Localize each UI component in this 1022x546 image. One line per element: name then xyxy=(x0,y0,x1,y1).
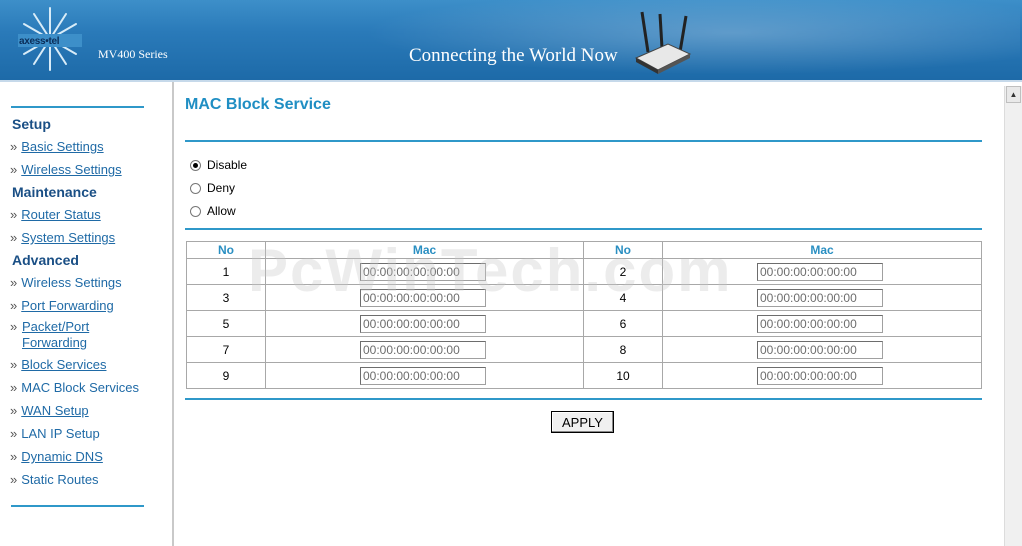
apply-button[interactable]: APPLY xyxy=(551,411,614,433)
radio-deny[interactable] xyxy=(190,182,201,194)
row-number: 6 xyxy=(583,310,663,337)
row-number: 2 xyxy=(583,258,663,285)
raquo-icon: » xyxy=(10,403,18,418)
raquo-icon: » xyxy=(10,380,18,395)
sidebar-bottom-divider xyxy=(11,505,144,507)
sidebar: Setup » Basic Settings » Wireless Settings… xyxy=(0,82,174,546)
table-row: 1 2 xyxy=(186,258,982,285)
table-row: 9 10 xyxy=(186,362,982,389)
row-number: 7 xyxy=(186,336,266,363)
sidebar-item-wireless-settings[interactable]: » Wireless Settings xyxy=(10,162,122,178)
col-header-no: No xyxy=(583,241,663,259)
mac-table: No Mac No Mac 1 2 3 4 5 6 7 8 xyxy=(186,241,982,389)
sidebar-link-label[interactable]: Wireless Settings xyxy=(21,275,121,290)
mac-input[interactable] xyxy=(757,262,883,281)
option-label: Disable xyxy=(207,158,248,172)
option-allow[interactable]: Allow xyxy=(190,204,236,218)
scroll-up-arrow-icon[interactable]: ▲ xyxy=(1006,86,1021,103)
row-number: 5 xyxy=(186,310,266,337)
mac-input[interactable] xyxy=(757,366,883,385)
mac-input[interactable] xyxy=(360,340,486,359)
sidebar-item-basic-settings[interactable]: » Basic Settings xyxy=(10,139,104,155)
sidebar-link-label[interactable]: Packet/Port Forwarding xyxy=(22,319,102,351)
vertical-scrollbar[interactable]: ▲ xyxy=(1004,86,1022,546)
radio-disable[interactable] xyxy=(190,159,201,171)
raquo-icon: » xyxy=(10,449,18,464)
mac-input[interactable] xyxy=(757,288,883,307)
mac-input[interactable] xyxy=(360,366,486,385)
col-header-mac: Mac xyxy=(265,241,584,259)
option-label: Deny xyxy=(207,181,236,195)
raquo-icon: » xyxy=(10,357,18,372)
sidebar-item-dynamic-dns[interactable]: » Dynamic DNS xyxy=(10,449,103,465)
page-title: MAC Block Service xyxy=(185,96,331,113)
router-image-icon xyxy=(634,11,692,74)
mac-input[interactable] xyxy=(757,340,883,359)
mac-input[interactable] xyxy=(360,288,486,307)
sidebar-item-mac-block-services[interactable]: » MAC Block Services xyxy=(10,380,139,396)
raquo-icon: » xyxy=(10,162,18,177)
sidebar-item-port-forwarding[interactable]: » Port Forwarding xyxy=(10,298,114,314)
table-row: 7 8 xyxy=(186,336,982,363)
sidebar-link-label[interactable]: Block Services xyxy=(21,357,106,372)
main-content: MAC Block Service Disable Deny Allow No … xyxy=(176,86,1004,546)
table-row: 5 6 xyxy=(186,310,982,337)
raquo-icon: » xyxy=(10,426,18,441)
sidebar-section-advanced: Advanced xyxy=(12,252,79,268)
tagline: Connecting the World Now xyxy=(409,45,618,66)
sidebar-link-label[interactable]: Basic Settings xyxy=(21,139,103,154)
option-deny[interactable]: Deny xyxy=(190,181,235,195)
col-header-no: No xyxy=(186,241,266,259)
sidebar-link-label[interactable]: System Settings xyxy=(21,230,115,245)
raquo-icon: » xyxy=(10,275,18,290)
sidebar-top-divider xyxy=(11,106,144,108)
sidebar-link-label[interactable]: Router Status xyxy=(21,207,101,222)
sidebar-link-label[interactable]: Port Forwarding xyxy=(21,298,113,313)
sidebar-item-router-status[interactable]: » Router Status xyxy=(10,207,101,223)
sidebar-link-label[interactable]: Wireless Settings xyxy=(21,162,121,177)
sidebar-item-packet-port-forwarding[interactable]: » Packet/Port Forwarding xyxy=(10,319,120,351)
brand-logo-text: axess•tel xyxy=(19,36,60,47)
product-series: MV400 Series xyxy=(98,47,168,61)
sidebar-item-lan-ip-setup[interactable]: » LAN IP Setup xyxy=(10,426,100,442)
sidebar-item-block-services[interactable]: » Block Services xyxy=(10,357,106,373)
sidebar-link-label[interactable]: Dynamic DNS xyxy=(21,449,103,464)
raquo-icon: » xyxy=(10,207,18,222)
mac-input[interactable] xyxy=(360,314,486,333)
raquo-icon: » xyxy=(10,298,18,313)
options-divider xyxy=(185,228,982,230)
option-label: Allow xyxy=(207,204,236,218)
sidebar-link-label[interactable]: Static Routes xyxy=(21,472,98,487)
col-header-mac: Mac xyxy=(662,241,982,259)
sidebar-link-label[interactable]: MAC Block Services xyxy=(21,380,139,395)
raquo-icon: » xyxy=(10,139,18,154)
row-number: 9 xyxy=(186,362,266,389)
table-header-row: No Mac No Mac xyxy=(186,241,982,259)
row-number: 1 xyxy=(186,258,266,285)
sidebar-link-label[interactable]: LAN IP Setup xyxy=(21,426,100,441)
sidebar-section-setup: Setup xyxy=(12,116,51,132)
table-row: 3 4 xyxy=(186,284,982,311)
option-disable[interactable]: Disable xyxy=(190,158,247,172)
sidebar-item-adv-wireless-settings[interactable]: » Wireless Settings xyxy=(10,275,122,291)
sidebar-section-maintenance: Maintenance xyxy=(12,184,97,200)
sidebar-item-system-settings[interactable]: » System Settings xyxy=(10,230,115,246)
table-divider xyxy=(185,398,982,400)
raquo-icon: » xyxy=(10,472,18,487)
row-number: 10 xyxy=(583,362,663,389)
sidebar-item-wan-setup[interactable]: » WAN Setup xyxy=(10,403,89,419)
title-divider xyxy=(185,140,982,142)
sidebar-item-static-routes[interactable]: » Static Routes xyxy=(10,472,99,488)
mac-input[interactable] xyxy=(360,262,486,281)
radio-allow[interactable] xyxy=(190,205,201,217)
row-number: 4 xyxy=(583,284,663,311)
header-banner: axess•tel MV400 Series Connecting the Wo… xyxy=(0,0,1022,82)
row-number: 3 xyxy=(186,284,266,311)
row-number: 8 xyxy=(583,336,663,363)
raquo-icon: » xyxy=(10,319,18,334)
mac-input[interactable] xyxy=(757,314,883,333)
sidebar-link-label[interactable]: WAN Setup xyxy=(21,403,88,418)
raquo-icon: » xyxy=(10,230,18,245)
